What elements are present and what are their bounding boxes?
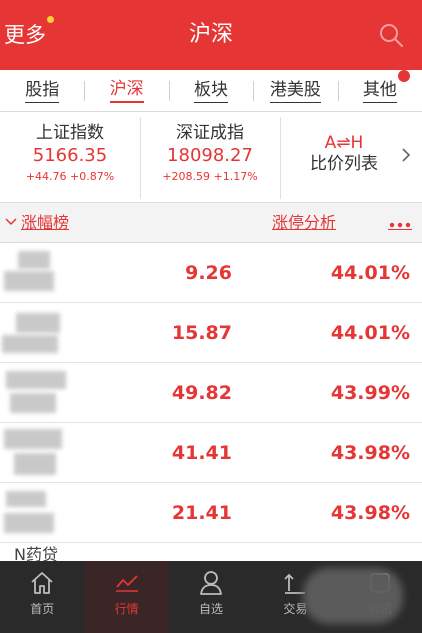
tab-label: 股指 — [25, 79, 60, 103]
nav-label: 自选 — [199, 602, 224, 616]
stock-price: 15.87 — [171, 322, 232, 344]
stock-name-redacted — [0, 303, 72, 363]
stock-price: 21.41 — [171, 502, 232, 524]
tab-label: 其他 — [362, 79, 397, 103]
index-name: 深证成指 — [176, 123, 244, 143]
tab-hk-us-stocks[interactable]: 港美股 — [253, 70, 337, 111]
nav-watchlist[interactable]: 自选 — [169, 561, 253, 633]
tab-shanghai-shenzhen[interactable]: 沪深 — [84, 70, 168, 111]
search-icon[interactable] — [378, 22, 404, 48]
nav-label: 行情 — [114, 602, 139, 616]
ranking-section-header: 涨幅榜 涨停分析 — [0, 203, 422, 243]
stock-change-pct: 43.98% — [330, 502, 410, 524]
redaction-mask — [303, 568, 403, 624]
index-card-shenzhen[interactable]: 深证成指 18098.27 +208.59 +1.17% — [140, 113, 280, 202]
tab-sectors[interactable]: 板块 — [168, 70, 253, 111]
stock-name: N药贷 — [14, 545, 58, 561]
limit-up-analysis-link[interactable]: 涨停分析 — [272, 212, 336, 234]
index-card-shanghai[interactable]: 上证指数 5166.35 +44.76 +0.87% — [0, 113, 140, 202]
tab-label: 沪深 — [109, 78, 144, 103]
stock-change-pct: 44.01% — [330, 322, 410, 344]
nav-label: 首页 — [30, 602, 55, 616]
index-name: 上证指数 — [36, 123, 104, 143]
index-summary: 上证指数 5166.35 +44.76 +0.87% 深证成指 18098.27… — [0, 113, 422, 203]
page-title: 沪深 — [188, 22, 233, 47]
tab-other[interactable]: 其他 — [337, 70, 422, 111]
gainers-ranking-link[interactable]: 涨幅榜 — [21, 212, 69, 234]
stock-row[interactable]: 15.87 44.01% — [0, 303, 422, 363]
stock-name-redacted — [0, 363, 72, 423]
index-change: +208.59 +1.17% — [162, 170, 258, 183]
stock-name-redacted — [0, 483, 72, 543]
chevron-right-icon — [402, 148, 411, 162]
stock-name-redacted — [0, 243, 72, 303]
home-icon — [31, 572, 53, 594]
index-value: 5166.35 — [32, 145, 108, 166]
tab-badge-dot — [398, 70, 411, 82]
stock-row[interactable]: 49.82 43.99% — [0, 363, 422, 423]
nav-market[interactable]: 行情 — [84, 561, 169, 633]
stock-change-pct: 43.99% — [330, 382, 410, 404]
chevron-down-icon[interactable] — [5, 217, 17, 227]
stock-row[interactable]: 9.26 44.01% — [0, 243, 422, 303]
stock-row[interactable]: 41.41 43.98% — [0, 423, 422, 483]
compare-list-label: 比价列表 — [310, 154, 378, 174]
stock-list: 9.26 44.01% 15.87 44.01% 49.82 43.99% 41… — [0, 243, 422, 561]
stock-name-redacted — [0, 423, 72, 483]
stock-price: 41.41 — [171, 442, 232, 464]
chart-icon — [115, 575, 138, 592]
stock-price: 9.26 — [185, 262, 232, 284]
nav-home[interactable]: 首页 — [0, 561, 84, 633]
tab-label: 板块 — [194, 79, 229, 103]
index-change: +44.76 +0.87% — [25, 170, 115, 183]
more-dots-icon[interactable] — [388, 220, 412, 230]
stock-price: 49.82 — [171, 382, 232, 404]
tab-label: 港美股 — [269, 79, 321, 103]
tab-index[interactable]: 股指 — [0, 70, 84, 111]
market-tabs: 股指 沪深 板块 港美股 其他 — [0, 70, 422, 112]
person-icon — [200, 571, 222, 595]
ah-compare-card[interactable]: A⇌H 比价列表 — [280, 113, 422, 202]
stock-row[interactable]: N药贷 — [0, 543, 422, 561]
stock-change-pct: 44.01% — [330, 262, 410, 284]
ah-compare-icon: A⇌H — [324, 133, 364, 153]
index-value: 18098.27 — [167, 145, 253, 166]
stock-change-pct: 43.98% — [330, 442, 410, 464]
stock-row[interactable]: 21.41 43.98% — [0, 483, 422, 543]
top-app-bar: 更多 沪深 — [0, 0, 422, 70]
